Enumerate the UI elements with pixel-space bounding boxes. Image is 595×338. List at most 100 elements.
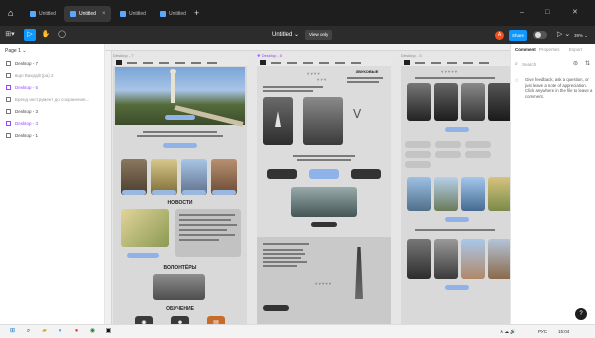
news-heading: НОВОСТИ (167, 200, 193, 206)
category-card[interactable] (267, 169, 297, 179)
file-title[interactable]: Untitled ⌄ (272, 30, 299, 40)
help-button[interactable]: ? (575, 308, 587, 320)
birds-graphic: ˅ ˅ ˅ ˅ (307, 71, 320, 76)
portrait-card (434, 83, 458, 121)
minimize-button[interactable]: – (520, 8, 524, 18)
desktop-frame-5[interactable]: ˅ ˅ ˅ ˅ ˅ ˅ ˅ ЗВУКОВЫЕ ᐯ ˅ ˅ ˅ ˅ ˅ (257, 59, 391, 324)
photo-card (303, 97, 343, 145)
maximize-button[interactable]: □ (545, 8, 549, 18)
hero-button[interactable] (165, 115, 195, 120)
photo-card (461, 239, 485, 279)
figma-icon[interactable]: ▣ (104, 327, 113, 336)
tab-untitled-4[interactable]: Untitled (154, 6, 192, 22)
frame-label[interactable]: Desktop - 7 (113, 53, 133, 58)
category-card[interactable] (309, 169, 339, 179)
about-button[interactable] (163, 143, 197, 148)
tab-export[interactable]: Export (569, 47, 582, 52)
layer-item[interactable]: Desktop - 7 (6, 59, 38, 68)
gallery-button[interactable] (445, 285, 469, 290)
frame-icon (6, 61, 11, 66)
avatar[interactable]: A (495, 31, 504, 40)
frame-label[interactable]: ❖ Desktop - 5 (257, 53, 282, 58)
dev-mode-toggle[interactable] (533, 31, 547, 39)
tab-untitled-2[interactable]: Untitled × (64, 6, 112, 22)
chrome-icon[interactable]: ◉ (88, 327, 97, 336)
layer-item[interactable]: Desktop - 5 (6, 83, 38, 92)
volunteers-image (153, 274, 205, 300)
layer-item[interactable]: вщп Вахрдйг(ра) 2 (6, 71, 53, 80)
portrait-card (407, 83, 431, 121)
canvas[interactable]: Desktop - 7 ❖ Desktop - 5 Desktop - 3 НО… (105, 44, 510, 324)
search-icon[interactable]: ⌕ (24, 327, 33, 336)
folder-icon[interactable]: ▰ (40, 327, 49, 336)
tab-comment[interactable]: Comment (515, 47, 536, 52)
landmark-card (407, 177, 431, 211)
portrait-card (461, 83, 485, 121)
new-tab-button[interactable]: + (194, 8, 199, 18)
os-taskbar: ⊞ ⌕ ▰ ◐ ● ◉ ▣ ∧ ☁ 🔊 РУС 15:04 (0, 324, 595, 338)
close-window-button[interactable]: ✕ (572, 8, 578, 18)
desktop-frame-7[interactable]: НОВОСТИ ВОЛОНТЁРЫ ОБУЧЕНИЕ ◉ ☻ ▤ (113, 59, 247, 324)
comment-search-input[interactable]: Search (515, 60, 571, 69)
start-icon[interactable]: ⊞ (8, 327, 17, 336)
hand-tool-button[interactable]: ✋ (40, 29, 52, 41)
site-nav (401, 59, 510, 66)
portraits-button[interactable] (445, 127, 469, 132)
settings-icon[interactable]: ⇅ (585, 60, 590, 67)
site-nav (113, 59, 247, 66)
layer-item[interactable]: Desktop - 1 (6, 131, 38, 140)
layer-item[interactable]: Desktop - 3 (6, 119, 38, 128)
title-bar: ⌂ Untitled Untitled × Untitled Untitled … (0, 0, 595, 26)
news-button[interactable] (127, 253, 159, 258)
photo-card (263, 97, 293, 145)
landmarks-button[interactable] (445, 217, 469, 222)
birds-graphic: ˅ ˅ ˅ ˅ ˅ (441, 69, 458, 74)
figma-window: ⌂ Untitled Untitled × Untitled Untitled … (0, 0, 595, 338)
filter-icon[interactable]: ⊜ (573, 60, 578, 67)
photo-card (434, 239, 458, 279)
category-card[interactable] (351, 169, 381, 179)
frame-icon (6, 109, 11, 114)
tray-icons[interactable]: ∧ ☁ 🔊 (500, 328, 516, 336)
tab-untitled-3[interactable]: Untitled (114, 6, 152, 22)
lighthouse-section: ˅ ˅ ˅ ˅ ˅ (257, 237, 391, 324)
component-icon (6, 85, 11, 90)
close-tab-icon[interactable]: × (102, 6, 106, 22)
photo-card (407, 239, 431, 279)
toolbar: ⊞▾ ▷ ✋ ◯ Untitled ⌄ View only A Share ▷ … (0, 26, 595, 44)
main-menu-button[interactable]: ⊞▾ (4, 29, 16, 41)
move-tool-button[interactable]: ▷ (24, 29, 36, 41)
empty-comments-text: Give feedback, ask a question, or just l… (525, 77, 593, 99)
clock[interactable]: 15:04 (558, 328, 569, 336)
comment-tool-button[interactable]: ◯ (56, 29, 68, 41)
tab-properties[interactable]: Properties (539, 47, 560, 52)
present-button[interactable]: ▷ ⌄ (557, 30, 570, 40)
page-selector[interactable]: Page 1 ⌄ (5, 48, 26, 54)
zoom-dropdown[interactable]: 39% ⌄ (574, 31, 588, 40)
vertical-ruler (105, 51, 112, 324)
frame-label[interactable]: Desktop - 3 (401, 53, 421, 58)
home-icon[interactable]: ⌂ (8, 8, 18, 18)
file-icon (160, 11, 166, 17)
share-button[interactable]: Share (509, 30, 527, 41)
portrait-card (488, 83, 510, 121)
file-title-group: Untitled ⌄ View only (272, 30, 333, 40)
more-button[interactable] (311, 222, 337, 227)
yandex-icon[interactable]: ● (72, 327, 81, 336)
desktop-frame-3[interactable]: ˅ ˅ ˅ ˅ ˅ (401, 59, 510, 324)
edge-icon[interactable]: ◐ (56, 327, 65, 336)
comment-icon: ◌ (515, 78, 519, 84)
news-image (121, 209, 169, 247)
water-image (291, 187, 357, 217)
news-text-block (175, 209, 241, 257)
education-heading: ОБУЧЕНИЕ (166, 306, 194, 312)
layer-item[interactable]: Desktop - 3 (6, 107, 38, 116)
view-only-badge[interactable]: View only (305, 30, 333, 40)
tab-untitled-1[interactable]: Untitled (24, 6, 62, 22)
site-logo (260, 60, 266, 65)
layer-item[interactable]: Бренд инструмент до сохранения... (6, 95, 89, 104)
language-indicator[interactable]: РУС (538, 328, 547, 336)
frame-icon (6, 97, 11, 102)
file-icon (70, 11, 76, 17)
photo-card (488, 239, 510, 279)
